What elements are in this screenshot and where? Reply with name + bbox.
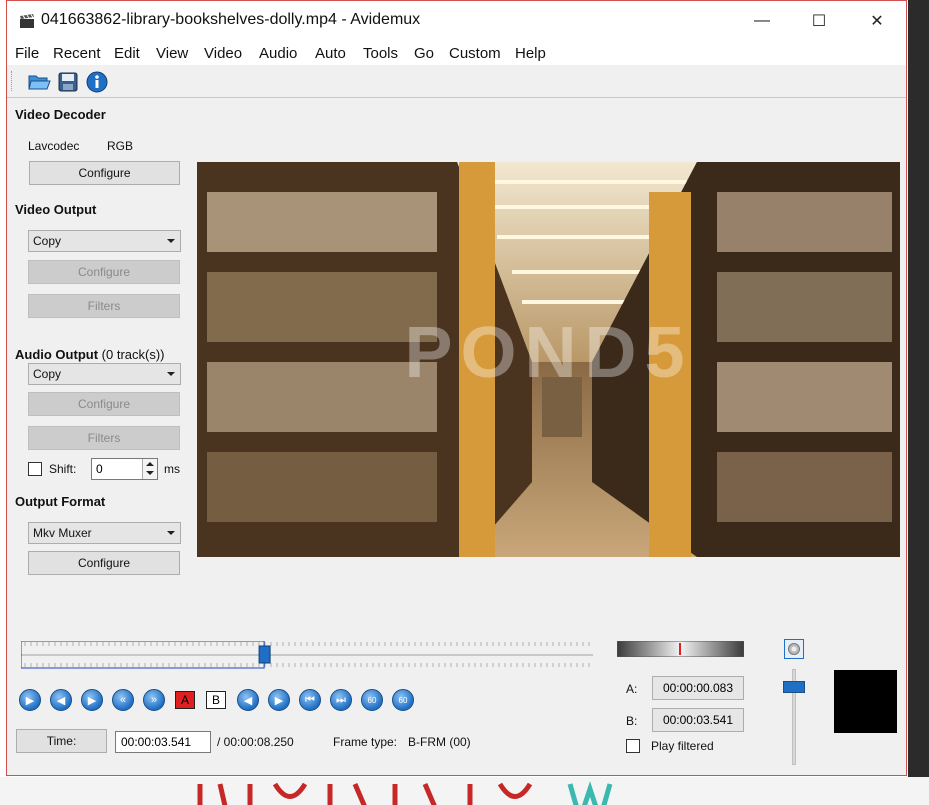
chevron-down-icon <box>167 372 175 376</box>
volume-icon <box>788 643 800 655</box>
close-button[interactable]: ✕ <box>848 1 906 41</box>
avidemux-window: 041663862-library-bookshelves-dolly.mp4 … <box>6 0 907 776</box>
window-title: 041663862-library-bookshelves-dolly.mp4 … <box>41 11 421 28</box>
video-output-title: Video Output <box>15 202 97 217</box>
audio-meter-display <box>834 670 897 733</box>
audio-filters-button[interactable]: Filters <box>28 426 180 450</box>
timeline-slider[interactable] <box>21 641 595 669</box>
background-artwork <box>197 781 613 805</box>
previous-keyframe-button[interactable]: « <box>112 689 134 711</box>
marker-a-label: A: <box>626 682 638 696</box>
volume-slider-thumb[interactable] <box>783 681 805 693</box>
marker-a-time: 00:00:00.083 <box>652 676 744 700</box>
menu-auto[interactable]: Auto <box>315 45 346 62</box>
output-format-title: Output Format <box>15 494 106 509</box>
toolbar <box>7 65 906 98</box>
play-button[interactable]: ▶ <box>19 689 41 711</box>
speaker-icon[interactable] <box>784 639 804 659</box>
previous-black-frame-button[interactable]: ◀ <box>237 689 259 711</box>
forward-60-button[interactable]: 60 <box>392 689 414 711</box>
video-output-select[interactable]: Copy <box>28 230 181 252</box>
video-watermark: POND5 <box>404 313 693 393</box>
total-time: / 00:00:08.250 <box>217 735 294 749</box>
goto-first-frame-button[interactable]: ⏮ <box>299 689 321 711</box>
toolbar-grip[interactable] <box>11 71 15 91</box>
previous-frame-button[interactable]: ◀ <box>50 689 72 711</box>
next-frame-button[interactable]: ▶ <box>81 689 103 711</box>
menu-recent[interactable]: Recent <box>53 45 101 62</box>
menu-go[interactable]: Go <box>414 45 434 62</box>
menu-view[interactable]: View <box>156 45 188 62</box>
clapperboard-icon <box>20 14 34 28</box>
marker-b-label: B: <box>626 714 638 728</box>
menu-tools[interactable]: Tools <box>363 45 398 62</box>
desktop-background-bottom <box>0 777 929 805</box>
maximize-button[interactable]: ☐ <box>790 1 848 41</box>
chevron-down-icon <box>167 531 175 535</box>
decoder-colorspace: RGB <box>107 139 134 153</box>
shift-label: Shift: <box>49 462 77 476</box>
save-disk-icon[interactable] <box>56 70 80 94</box>
audio-configure-button[interactable]: Configure <box>28 392 180 416</box>
set-marker-b-button[interactable]: B <box>206 691 226 709</box>
menu-help[interactable]: Help <box>515 45 546 62</box>
time-button[interactable]: Time: <box>16 729 107 753</box>
minimize-button[interactable]: — <box>733 1 791 41</box>
audio-output-title: Audio Output (0 track(s)) <box>15 347 165 362</box>
video-decoder-title: Video Decoder <box>15 107 106 122</box>
play-filtered-checkbox[interactable] <box>626 739 640 753</box>
chevron-down-icon <box>167 239 175 243</box>
video-preview: POND5 <box>197 162 900 557</box>
decoder-codec: Lavcodec <box>28 139 80 153</box>
menu-edit[interactable]: Edit <box>114 45 140 62</box>
backward-60-button[interactable]: 60 <box>361 689 383 711</box>
shift-spinbox[interactable]: 0 <box>91 458 158 480</box>
open-folder-icon[interactable] <box>27 70 51 94</box>
decoder-configure-button[interactable]: Configure <box>29 161 180 185</box>
set-marker-a-button[interactable]: A <box>175 691 195 709</box>
next-keyframe-button[interactable]: » <box>143 689 165 711</box>
info-icon[interactable] <box>85 70 109 94</box>
video-filters-button[interactable]: Filters <box>28 294 180 318</box>
menu-bar: File Recent Edit View Video Audio Auto T… <box>7 41 906 65</box>
shift-checkbox[interactable] <box>28 462 42 476</box>
format-configure-button[interactable]: Configure <box>28 551 180 575</box>
audio-output-select[interactable]: Copy <box>28 363 181 385</box>
spin-down-icon[interactable] <box>142 469 157 479</box>
timeline-thumb[interactable] <box>258 645 271 664</box>
shift-unit: ms <box>164 462 180 476</box>
goto-last-frame-button[interactable]: ⏭ <box>330 689 352 711</box>
title-bar: 041663862-library-bookshelves-dolly.mp4 … <box>7 1 906 41</box>
frame-type-value: B-FRM (00) <box>408 735 471 749</box>
audio-track-count: (0 track(s)) <box>101 347 165 362</box>
menu-custom[interactable]: Custom <box>449 45 501 62</box>
play-filtered-label: Play filtered <box>651 739 714 753</box>
desktop-background-strip <box>908 0 929 805</box>
jog-shuttle[interactable] <box>617 641 744 657</box>
marker-b-time: 00:00:03.541 <box>652 708 744 732</box>
menu-audio[interactable]: Audio <box>259 45 297 62</box>
current-time-input[interactable]: 00:00:03.541 <box>115 731 211 753</box>
menu-video[interactable]: Video <box>204 45 242 62</box>
menu-file[interactable]: File <box>15 45 39 62</box>
output-format-select[interactable]: Mkv Muxer <box>28 522 181 544</box>
frame-type-label: Frame type: <box>333 735 398 749</box>
next-black-frame-button[interactable]: ▶ <box>268 689 290 711</box>
video-configure-button[interactable]: Configure <box>28 260 180 284</box>
